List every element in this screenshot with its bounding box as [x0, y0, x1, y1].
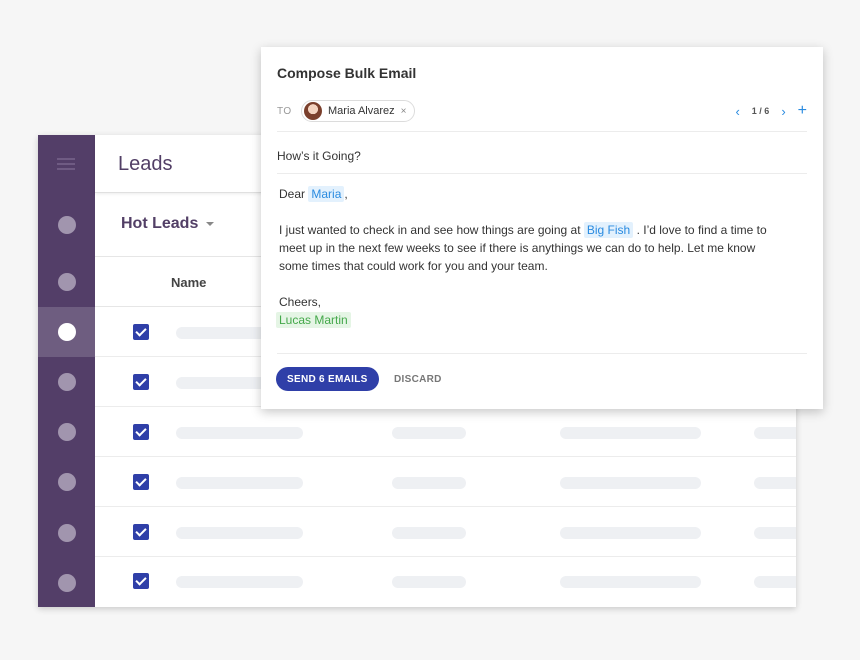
menu-icon[interactable] — [57, 158, 75, 170]
leads-filter-dropdown[interactable]: Hot Leads — [121, 215, 215, 233]
chevron-right-icon[interactable]: › — [781, 104, 785, 119]
recipient-name: Maria Alvarez — [328, 105, 395, 117]
screen: Leads Hot Leads Name Compose Bulk Email … — [0, 0, 860, 660]
caret-down-icon — [206, 222, 215, 226]
body-intro: I just wanted to check in and see how th… — [279, 223, 581, 237]
sidebar-item-7[interactable] — [38, 508, 95, 558]
sidebar-item-3-active[interactable] — [38, 307, 95, 357]
greeting-suffix: , — [344, 187, 348, 201]
recipients-row: TO Maria Alvarez × ‹ 1 / 6 › + — [277, 97, 807, 132]
body-text-1: . I’d love to find a time to — [636, 223, 767, 237]
nav-dot-icon — [57, 273, 76, 291]
filter-selected-label: Hot Leads — [121, 215, 199, 232]
discard-button[interactable]: DISCARD — [394, 367, 442, 391]
placeholder-cell — [176, 527, 303, 539]
dialog-title: Compose Bulk Email — [277, 65, 417, 81]
placeholder-cell — [176, 427, 303, 439]
body-text-2: meet up in the next few weeks to see if … — [279, 241, 756, 255]
row-checkbox[interactable] — [133, 424, 149, 440]
subject-text: How’s it Going? — [277, 149, 361, 163]
page-title: Leads — [118, 153, 173, 175]
add-icon[interactable]: + — [798, 102, 807, 120]
sidebar-item-8[interactable] — [38, 558, 95, 607]
table-row[interactable] — [95, 407, 796, 457]
nav-dot-icon — [57, 423, 76, 441]
table-row[interactable] — [95, 507, 796, 557]
nav-dot-icon — [57, 216, 76, 234]
placeholder-cell — [754, 477, 796, 489]
placeholder-cell — [560, 576, 701, 588]
body-text-3: some times that could work for you and y… — [279, 259, 548, 273]
row-checkbox[interactable] — [133, 474, 149, 490]
placeholder-cell — [392, 477, 466, 489]
nav-dot-icon — [57, 373, 76, 391]
avatar — [304, 102, 322, 120]
placeholder-cell — [560, 477, 701, 489]
recipient-pager: ‹ 1 / 6 › + — [735, 102, 807, 120]
nav-dot-icon — [57, 574, 76, 592]
email-body[interactable]: Dear Maria, I just wanted to check in an… — [276, 185, 779, 329]
sidebar-item-2[interactable] — [38, 257, 95, 307]
subject-field[interactable]: How’s it Going? — [277, 146, 807, 174]
compose-email-dialog: Compose Bulk Email TO Maria Alvarez × ‹ … — [261, 47, 823, 409]
close-icon[interactable]: × — [401, 106, 407, 117]
placeholder-cell — [754, 427, 796, 439]
first-name-merge-tag[interactable]: Maria — [308, 186, 345, 202]
row-checkbox[interactable] — [133, 524, 149, 540]
placeholder-cell — [392, 427, 466, 439]
signature: Cheers, Lucas Martin — [276, 293, 779, 329]
greeting-text: Dear — [279, 187, 306, 201]
sidebar-item-1[interactable] — [38, 200, 95, 250]
sender-merge-tag[interactable]: Lucas Martin — [276, 312, 351, 328]
nav-dot-icon — [57, 524, 76, 542]
nav-dot-icon — [57, 473, 76, 491]
table-row[interactable] — [95, 556, 796, 606]
sidebar-item-6[interactable] — [38, 457, 95, 507]
placeholder-cell — [560, 427, 701, 439]
footer-divider — [277, 353, 807, 354]
recipient-count: 1 / 6 — [751, 106, 770, 116]
body-paragraph: I just wanted to check in and see how th… — [279, 221, 779, 275]
row-checkbox[interactable] — [133, 374, 149, 390]
row-checkbox[interactable] — [133, 573, 149, 589]
placeholder-cell — [754, 576, 796, 588]
row-checkbox[interactable] — [133, 324, 149, 340]
placeholder-cell — [392, 576, 466, 588]
nav-dot-icon — [57, 323, 76, 341]
greeting-line: Dear Maria, — [279, 185, 779, 203]
send-emails-button[interactable]: SEND 6 EMAILS — [276, 367, 379, 391]
chevron-left-icon[interactable]: ‹ — [735, 104, 739, 119]
placeholder-cell — [560, 527, 701, 539]
to-label: TO — [277, 106, 292, 117]
signoff-text: Cheers, — [279, 295, 322, 309]
placeholder-cell — [754, 527, 796, 539]
table-row[interactable] — [95, 457, 796, 507]
recipient-chip[interactable]: Maria Alvarez × — [301, 100, 416, 122]
placeholder-cell — [392, 527, 466, 539]
sidebar-item-5[interactable] — [38, 407, 95, 457]
column-header-name[interactable]: Name — [171, 275, 206, 290]
placeholder-cell — [176, 477, 303, 489]
sidebar — [38, 135, 95, 607]
company-merge-tag[interactable]: Big Fish — [583, 222, 634, 238]
sidebar-item-4[interactable] — [38, 357, 95, 407]
placeholder-cell — [176, 576, 303, 588]
